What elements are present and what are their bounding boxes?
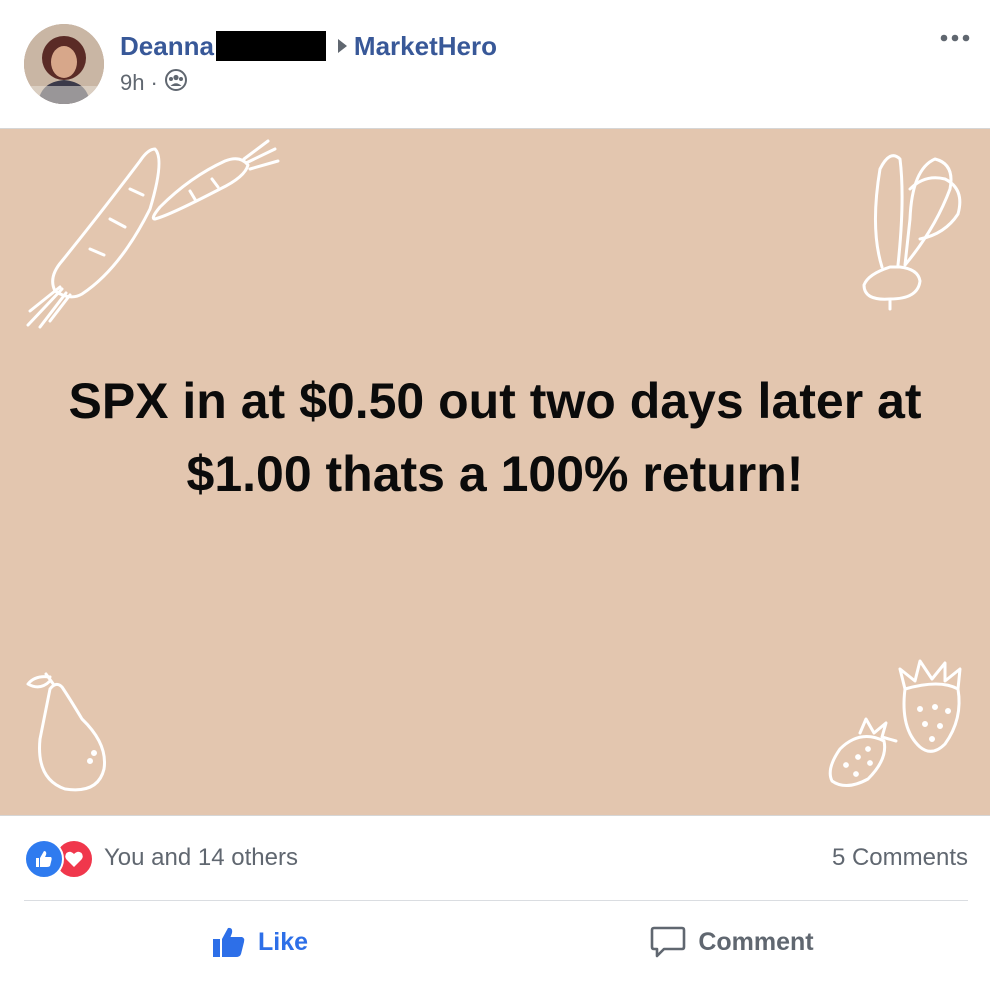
author-name-link[interactable]: Deanna (120, 31, 214, 62)
carrot-icon (26, 147, 161, 329)
group-icon[interactable] (164, 68, 188, 98)
comment-icon (651, 926, 686, 958)
post-actions: Like Comment (24, 910, 968, 974)
divider (24, 900, 968, 901)
comments-count-link[interactable]: 5 Comments (832, 844, 968, 872)
group-name-link[interactable]: MarketHero (354, 31, 497, 62)
thumbs-up-icon (212, 927, 245, 957)
like-reaction-icon (24, 839, 64, 879)
post-timestamp[interactable]: 9h (120, 70, 144, 96)
meta-separator: · (150, 70, 158, 95)
redacted-surname (215, 31, 326, 61)
reactions-bar: You and 14 others 5 Comments (24, 836, 968, 880)
carrot-icon (151, 139, 280, 221)
post-title-row: Deanna MarketHero (120, 28, 497, 64)
avatar[interactable] (24, 24, 104, 104)
post-meta: 9h · (120, 68, 188, 98)
caret-right-icon (336, 38, 348, 54)
beet-icon (862, 154, 962, 311)
comment-button[interactable]: Comment (496, 910, 968, 974)
post-body: SPX in at $0.50 out two days later at $1… (0, 128, 990, 816)
more-options-icon[interactable] (938, 26, 972, 50)
reactions-summary[interactable]: You and 14 others (104, 844, 298, 872)
post-text: SPX in at $0.50 out two days later at $1… (68, 373, 922, 502)
like-label: Like (257, 927, 309, 956)
avatar-image (24, 24, 104, 104)
pear-icon (26, 672, 107, 792)
strawberry-icon (828, 717, 898, 787)
strawberry-icon (898, 659, 962, 753)
comment-label: Comment (698, 927, 814, 956)
like-button[interactable]: Like (24, 910, 496, 974)
post-header: Deanna MarketHero 9h · (0, 0, 990, 128)
reaction-icons[interactable] (24, 839, 96, 879)
